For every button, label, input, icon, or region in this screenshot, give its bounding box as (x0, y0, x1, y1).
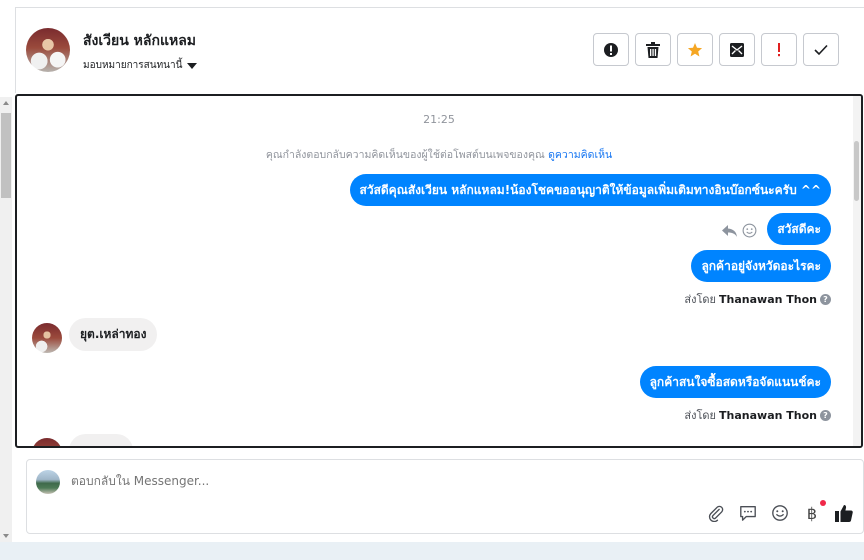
check-icon (814, 44, 828, 55)
message-actions (721, 223, 757, 238)
conversation-scrollbar[interactable] (853, 96, 861, 446)
scroll-down-arrow-icon[interactable] (3, 534, 9, 538)
help-icon[interactable]: ? (820, 293, 831, 305)
scroll-up-arrow-icon[interactable] (3, 101, 9, 105)
page-scrollbar[interactable] (0, 97, 12, 542)
message-bubble-outgoing[interactable]: สวัสดีคะ (767, 213, 831, 245)
scrollbar-thumb[interactable] (1, 113, 11, 198)
conversation-pane[interactable]: 21:25 คุณกำลังตอบกลับความคิดเห็นของผู้ใช… (15, 94, 863, 448)
sent-by-prefix: ส่งโดย (684, 293, 717, 306)
comment-reply-notice: คุณกำลังตอบกลับความคิดเห็นของผู้ใช้ต่อโพ… (17, 146, 861, 163)
envelope-icon (730, 42, 744, 57)
messenger-reply-input[interactable] (71, 474, 571, 488)
paperclip-icon (708, 505, 724, 522)
star-icon (687, 42, 703, 56)
message-bubble-incoming[interactable]: ยุต.เหล่าทอง (69, 318, 158, 351)
mark-done-button[interactable] (803, 33, 839, 66)
message-bubble-incoming-partial[interactable] (69, 434, 133, 446)
reply-box[interactable]: ฿ (26, 459, 864, 534)
like-button[interactable] (833, 502, 855, 524)
header-actions (593, 33, 839, 66)
reply-arrow-icon[interactable] (721, 224, 738, 238)
emoji-button[interactable] (769, 502, 791, 524)
saved-replies-icon (740, 506, 756, 521)
notification-dot (820, 500, 826, 506)
alert-circle-icon (604, 42, 618, 57)
trash-icon (646, 41, 660, 58)
important-button[interactable] (761, 33, 797, 66)
emoji-icon (772, 505, 788, 521)
help-icon[interactable]: ? (820, 409, 831, 421)
page-footer-band (0, 542, 864, 560)
assign-dropdown[interactable]: มอบหมายการสนทนานี้ (83, 58, 198, 73)
message-bubble-outgoing[interactable]: ลูกค้าสนใจซื้อสดหรือจัดแนนช์คะ (639, 366, 831, 398)
contact-avatar[interactable] (26, 28, 70, 72)
star-button[interactable] (677, 33, 713, 66)
saved-replies-button[interactable] (737, 502, 759, 524)
notice-text: คุณกำลังตอบกลับความคิดเห็นของผู้ใช้ต่อโพ… (265, 149, 545, 161)
emoji-react-icon[interactable] (742, 223, 757, 238)
message-bubble-outgoing[interactable]: ลูกค้าอยู่จังหวัดอะไรคะ (691, 250, 831, 282)
sent-by-prefix: ส่งโดย (684, 409, 717, 422)
conversation-scrollbar-thumb[interactable] (854, 141, 859, 201)
contact-avatar-small[interactable] (32, 438, 62, 446)
mark-unread-button[interactable] (719, 33, 755, 66)
assign-label: มอบหมายการสนทนานี้ (83, 60, 183, 71)
payment-button[interactable]: ฿ (801, 500, 826, 524)
sent-by-label: ส่งโดย Thanawan Thon ? (684, 406, 831, 424)
baht-icon: ฿ (806, 503, 818, 523)
conversation-header: สังเวียน หลักแหลม มอบหมายการสนทนานี้ (16, 8, 864, 94)
sent-by-name: Thanawan Thon (719, 292, 817, 306)
sent-by-name: Thanawan Thon (719, 408, 817, 422)
report-spam-button[interactable] (593, 33, 629, 66)
contact-avatar-small[interactable] (32, 323, 62, 353)
delete-button[interactable] (635, 33, 671, 66)
view-comment-link[interactable]: ดูความคิดเห็น (548, 149, 612, 161)
caret-down-icon (187, 62, 198, 69)
attach-button[interactable] (705, 502, 727, 524)
message-bubble-outgoing[interactable]: สวัสดีคุณสังเวียน หลักแหลม!น้องโชคขออนุญ… (349, 174, 831, 206)
page-avatar (36, 470, 60, 494)
contact-name[interactable]: สังเวียน หลักแหลม (83, 30, 196, 52)
like-icon (835, 505, 853, 522)
sent-by-label: ส่งโดย Thanawan Thon ? (684, 290, 831, 308)
exclamation-icon (778, 42, 780, 56)
message-timestamp: 21:25 (423, 113, 455, 126)
reply-toolbar: ฿ (705, 500, 855, 524)
